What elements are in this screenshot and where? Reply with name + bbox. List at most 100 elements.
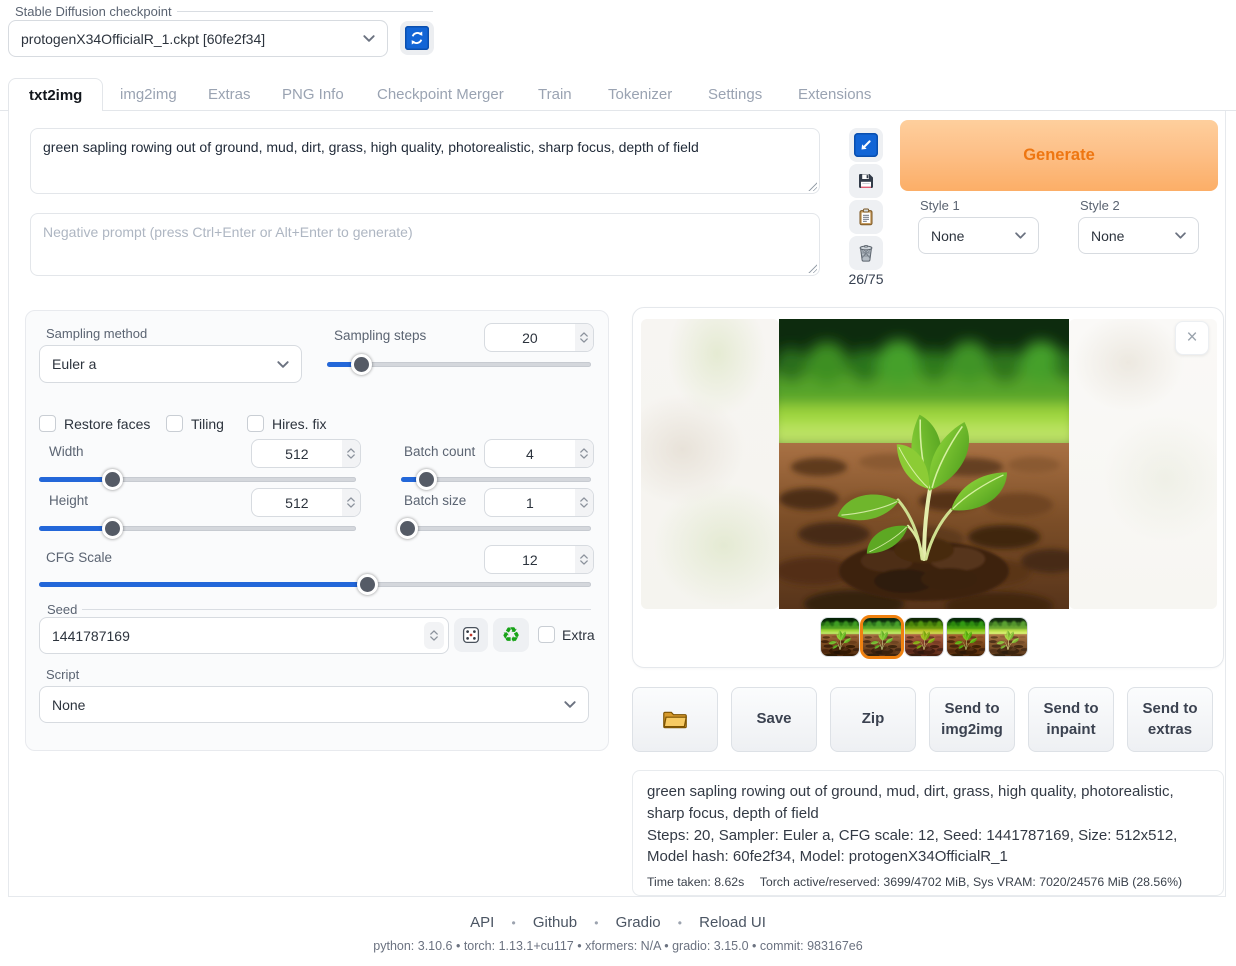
tab-img2img[interactable]: img2img bbox=[100, 78, 197, 111]
slider-knob[interactable] bbox=[357, 574, 378, 595]
batch-count-slider[interactable] bbox=[401, 469, 591, 489]
reuse-seed-button[interactable]: ♻ bbox=[493, 618, 529, 652]
slider-knob[interactable] bbox=[397, 518, 418, 539]
tab-checkpoint-merger[interactable]: Checkpoint Merger bbox=[357, 78, 524, 111]
vram-stats: Torch active/reserved: 3699/4702 MiB, Sy… bbox=[760, 875, 1182, 889]
prompt-field-wrap: green sapling rowing out of ground, mud,… bbox=[30, 128, 820, 194]
read-params-button[interactable] bbox=[849, 128, 883, 162]
batch-size-slider[interactable] bbox=[401, 518, 591, 538]
batch-count-label: Batch count bbox=[404, 444, 475, 459]
sampling-steps-input[interactable] bbox=[484, 323, 594, 352]
extra-seed-label: Extra bbox=[562, 627, 595, 643]
zip-button[interactable]: Zip bbox=[830, 687, 916, 752]
height-label: Height bbox=[49, 493, 88, 508]
arrow-down-left-icon bbox=[854, 133, 878, 157]
thumbnail-3[interactable] bbox=[904, 617, 944, 657]
parameters-panel: Sampling method Euler a Sampling steps R… bbox=[25, 310, 609, 751]
footer-link-gradio[interactable]: Gradio bbox=[616, 914, 661, 931]
slider-knob[interactable] bbox=[351, 354, 372, 375]
stepper-arrows[interactable] bbox=[575, 489, 593, 516]
negative-prompt-wrap bbox=[30, 213, 820, 276]
version-info: python: 3.10.6 • torch: 1.13.1+cu117 • x… bbox=[0, 939, 1236, 953]
refresh-icon bbox=[405, 26, 429, 50]
seed-input[interactable] bbox=[39, 617, 449, 654]
generate-button[interactable]: Generate bbox=[900, 120, 1218, 191]
stepper-arrows[interactable] bbox=[342, 440, 360, 467]
trash-icon bbox=[856, 243, 876, 263]
batch-size-label: Batch size bbox=[404, 493, 466, 508]
footer-link-reload-ui[interactable]: Reload UI bbox=[699, 914, 766, 931]
generation-info: green sapling rowing out of ground, mud,… bbox=[632, 770, 1224, 896]
height-input[interactable] bbox=[251, 488, 361, 517]
footer-link-github[interactable]: Github bbox=[533, 914, 577, 931]
output-gallery: × bbox=[632, 307, 1224, 668]
prompt-input[interactable]: green sapling rowing out of ground, mud,… bbox=[30, 128, 820, 194]
style1-label: Style 1 bbox=[920, 198, 960, 213]
tab-tokenizer[interactable]: Tokenizer bbox=[588, 78, 692, 111]
tab-settings[interactable]: Settings bbox=[688, 78, 782, 111]
checkpoint-refresh-button[interactable] bbox=[400, 21, 434, 55]
negative-prompt-input[interactable] bbox=[30, 213, 820, 276]
sampling-steps-label: Sampling steps bbox=[334, 328, 426, 343]
folder-icon bbox=[662, 709, 688, 731]
batch-count-input[interactable] bbox=[484, 439, 594, 468]
slider-knob[interactable] bbox=[102, 469, 123, 490]
stepper-arrows[interactable] bbox=[575, 324, 593, 351]
cfg-scale-slider[interactable] bbox=[39, 574, 591, 594]
thumbnail-1[interactable] bbox=[820, 617, 860, 657]
bullet-separator: • bbox=[511, 916, 515, 930]
send-to-inpaint-button[interactable]: Send to inpaint bbox=[1028, 687, 1114, 752]
random-seed-button[interactable] bbox=[454, 618, 488, 652]
batch-size-input[interactable] bbox=[484, 488, 594, 517]
width-slider[interactable] bbox=[39, 469, 356, 489]
generation-info-params: Steps: 20, Sampler: Euler a, CFG scale: … bbox=[647, 825, 1209, 869]
script-dropdown[interactable]: None bbox=[39, 686, 589, 723]
app-window: Stable Diffusion checkpoint protogenX34O… bbox=[0, 0, 1236, 966]
checkpoint-dropdown[interactable]: protogenX34OfficialR_1.ckpt [60fe2f34] bbox=[8, 20, 388, 57]
gallery-close-button[interactable]: × bbox=[1175, 321, 1209, 355]
send-to-img2img-button[interactable]: Send to img2img bbox=[929, 687, 1015, 752]
floppy-disk-icon bbox=[856, 171, 876, 191]
clipboard-icon bbox=[856, 207, 876, 227]
restore-faces-label: Restore faces bbox=[64, 416, 150, 432]
thumbnail-4[interactable] bbox=[946, 617, 986, 657]
stepper-arrows[interactable] bbox=[342, 489, 360, 516]
restore-faces-checkbox[interactable] bbox=[39, 415, 56, 432]
clear-prompt-button[interactable] bbox=[849, 236, 883, 270]
stepper-arrows[interactable] bbox=[575, 546, 593, 573]
stepper-arrows[interactable] bbox=[424, 622, 444, 649]
slider-knob[interactable] bbox=[102, 518, 123, 539]
dice-icon bbox=[461, 625, 481, 645]
tiling-label: Tiling bbox=[191, 416, 224, 432]
slider-knob[interactable] bbox=[416, 469, 437, 490]
tab-png-info[interactable]: PNG Info bbox=[262, 78, 364, 111]
send-to-extras-button[interactable]: Send to extras bbox=[1127, 687, 1213, 752]
tiling-checkbox[interactable] bbox=[166, 415, 183, 432]
sampling-method-dropdown[interactable]: Euler a bbox=[39, 345, 302, 383]
tab-extensions[interactable]: Extensions bbox=[778, 78, 891, 111]
height-slider[interactable] bbox=[39, 518, 356, 538]
tab-bar: txt2img img2img Extras PNG Info Checkpoi… bbox=[0, 78, 1236, 111]
save-style-button[interactable] bbox=[849, 164, 883, 198]
hires-fix-checkbox[interactable] bbox=[247, 415, 264, 432]
style2-dropdown[interactable]: None bbox=[1078, 217, 1199, 254]
tab-txt2img[interactable]: txt2img bbox=[8, 78, 103, 112]
style1-dropdown[interactable]: None bbox=[918, 217, 1039, 254]
thumbnail-5[interactable] bbox=[988, 617, 1028, 657]
chevron-down-icon bbox=[1175, 232, 1186, 239]
generated-image-preview[interactable] bbox=[779, 319, 1069, 609]
width-input[interactable] bbox=[251, 439, 361, 468]
footer-link-api[interactable]: API bbox=[470, 914, 494, 931]
save-button[interactable]: Save bbox=[731, 687, 817, 752]
sampling-steps-slider[interactable] bbox=[327, 354, 591, 374]
cfg-scale-input[interactable] bbox=[484, 545, 594, 574]
open-folder-button[interactable] bbox=[632, 687, 718, 752]
stepper-arrows[interactable] bbox=[575, 440, 593, 467]
apply-style-button[interactable] bbox=[849, 200, 883, 234]
thumbnail-2-selected[interactable] bbox=[860, 615, 904, 659]
bullet-separator: • bbox=[594, 916, 598, 930]
extra-seed-checkbox[interactable] bbox=[538, 626, 555, 643]
tab-train[interactable]: Train bbox=[518, 78, 592, 111]
tab-extras[interactable]: Extras bbox=[188, 78, 271, 111]
bullet-separator: • bbox=[678, 916, 682, 930]
